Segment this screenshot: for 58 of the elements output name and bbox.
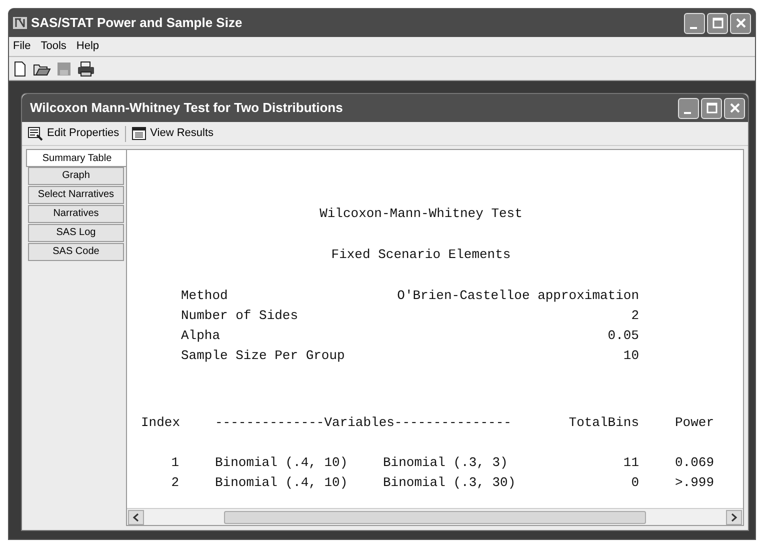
new-file-icon[interactable] [13, 60, 27, 76]
menu-item[interactable]: File [13, 38, 31, 55]
maximize-icon [712, 17, 724, 29]
maximize-icon [706, 102, 718, 114]
scenario-value: 2 [630, 308, 639, 323]
side-tab[interactable]: SAS Log [28, 224, 124, 242]
side-tab[interactable]: SAS Code [28, 243, 124, 261]
scenario-label: Method [181, 288, 229, 303]
scenario-value: 0.05 [606, 328, 639, 343]
scenario-label: Alpha [181, 328, 222, 343]
minimize-button[interactable] [678, 98, 699, 118]
scenario-value: O'Brien-Castelloe approximation [396, 288, 639, 303]
report-subtitle: Fixed Scenario Elements [331, 247, 511, 262]
menu-item[interactable]: Help [76, 38, 100, 55]
column-header: TotalBins [568, 415, 639, 430]
minimize-icon [684, 112, 691, 114]
app-icon [13, 16, 27, 30]
close-button[interactable] [724, 98, 745, 118]
minimize-button[interactable] [684, 12, 705, 34]
table-cell: 1 [171, 455, 179, 470]
maximize-button[interactable] [707, 12, 728, 34]
table-cell: Binomial (.3, 30) [383, 475, 516, 490]
maximize-button[interactable] [701, 98, 722, 118]
scroll-thumb[interactable] [224, 510, 646, 524]
table-cell: Binomial (.4, 10) [215, 475, 348, 490]
table-cell: >.999 [674, 475, 714, 490]
side-tab[interactable]: Summary Table [26, 149, 127, 167]
side-tab[interactable]: Select Narratives [28, 186, 124, 204]
table-cell: 11 [623, 455, 639, 470]
column-header: --------------Variables--------------- [215, 415, 512, 430]
close-button[interactable] [730, 12, 751, 34]
table-edit-icon [28, 126, 43, 140]
column-header: Power [674, 415, 714, 430]
scenario-label: Sample Size Per Group [181, 348, 346, 363]
table-cell: Binomial (.3, 3) [383, 455, 508, 470]
side-tab[interactable]: Narratives [28, 205, 124, 223]
side-tab[interactable]: Graph [28, 167, 124, 185]
inner-window-title: Wilcoxon Mann-Whitney Test for Two Distributions [30, 99, 344, 118]
minimize-icon [690, 26, 697, 28]
table-cell: 2 [171, 475, 179, 490]
menu-item[interactable]: Tools [40, 38, 66, 55]
print-icon[interactable] [77, 60, 95, 76]
table-cell: 0.069 [674, 455, 714, 470]
table-cell: Binomial (.4, 10) [215, 455, 348, 470]
column-header: Index [141, 415, 180, 430]
window-icon [132, 127, 146, 140]
horizontal-scrollbar[interactable] [127, 508, 743, 525]
scenario-label: Number of Sides [181, 308, 300, 323]
window-title: SAS/STAT Power and Sample Size [31, 14, 244, 32]
toolbar-button[interactable]: Edit Properties [28, 125, 120, 142]
scroll-right-icon[interactable] [726, 510, 742, 524]
scenario-value: 10 [622, 348, 639, 363]
toolbar-button[interactable]: View Results [132, 125, 214, 142]
close-icon [728, 102, 740, 114]
report-title: Wilcoxon-Mann-Whitney Test [320, 206, 522, 221]
table-cell: 0 [631, 475, 639, 490]
close-icon [734, 17, 746, 29]
scroll-left-icon[interactable] [128, 510, 144, 524]
